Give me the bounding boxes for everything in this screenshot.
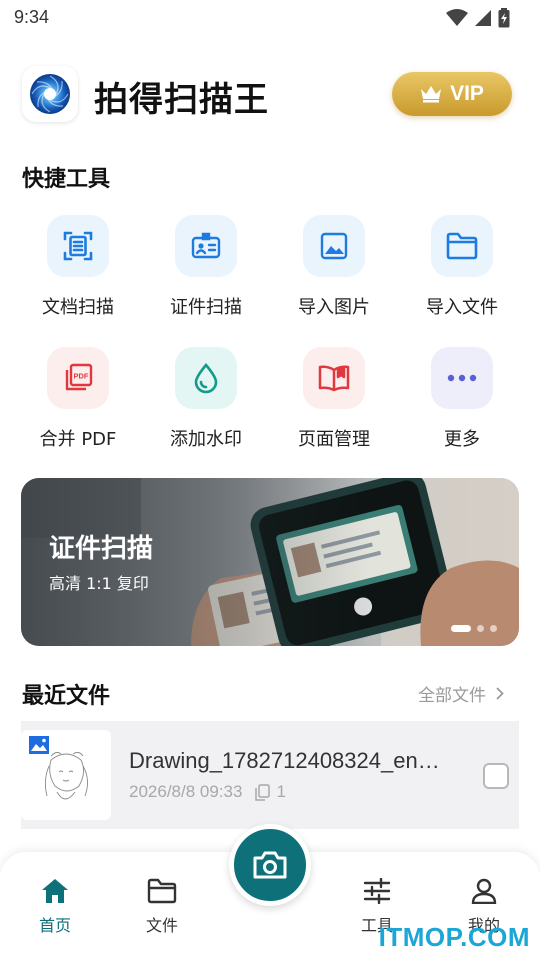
tool-label: 导入文件 xyxy=(426,297,498,318)
app-title: 拍得扫描王 xyxy=(94,80,269,120)
tool-more[interactable]: 更多 xyxy=(398,347,526,457)
file-select-checkbox[interactable] xyxy=(483,763,509,789)
nav-label: 文件 xyxy=(145,916,178,935)
file-thumbnail xyxy=(21,730,111,820)
tool-label: 导入图片 xyxy=(298,297,370,318)
copy-pages-icon xyxy=(255,783,271,801)
nav-label: 首页 xyxy=(38,916,71,935)
banner-title: 证件扫描 xyxy=(49,534,154,564)
folder-icon xyxy=(147,878,177,904)
tool-image-import[interactable]: 导入图片 xyxy=(270,215,398,325)
quick-tools-title: 快捷工具 xyxy=(22,167,111,192)
tool-label: 更多 xyxy=(444,429,480,450)
tool-label: 证件扫描 xyxy=(170,297,242,318)
promo-banner[interactable]: 证件扫描 高清 1:1 复印 xyxy=(21,478,519,646)
tool-document-scan[interactable]: 文档扫描 xyxy=(14,215,142,325)
tool-label: 文档扫描 xyxy=(42,297,114,318)
banner-dot-active xyxy=(451,625,471,632)
camera-icon xyxy=(253,851,287,879)
folder-import-icon xyxy=(431,215,493,277)
wifi-icon xyxy=(446,9,468,26)
chevron-right-icon xyxy=(496,687,504,700)
tool-id-card-scan[interactable]: 证件扫描 xyxy=(142,215,270,325)
pdf-merge-icon: PDF xyxy=(47,347,109,409)
camera-scan-button[interactable] xyxy=(229,824,311,906)
tool-pdf-merge[interactable]: PDF 合并 PDF xyxy=(14,347,142,457)
image-import-icon xyxy=(303,215,365,277)
file-page-count: 1 xyxy=(254,782,286,802)
file-pages: 1 xyxy=(276,782,286,801)
vip-label: VIP xyxy=(450,82,484,105)
id-card-scan-icon xyxy=(175,215,237,277)
all-files-label: 全部文件 xyxy=(418,686,486,706)
file-meta: 2026/8/8 09:33 1 xyxy=(129,782,286,802)
water-drop-icon xyxy=(175,347,237,409)
recent-files-title: 最近文件 xyxy=(22,684,111,709)
banner-subtitle: 高清 1:1 复印 xyxy=(49,574,149,593)
banner-dot xyxy=(477,625,484,632)
tool-folder-import[interactable]: 导入文件 xyxy=(398,215,526,325)
app-logo xyxy=(22,66,78,122)
battery-icon xyxy=(498,8,510,28)
crown-icon xyxy=(421,86,442,103)
user-icon xyxy=(471,878,497,904)
recent-file-row[interactable]: Drawing_1782712408324_en… 2026/8/8 09:33… xyxy=(21,721,519,829)
nav-files[interactable]: 文件 xyxy=(117,878,207,936)
all-files-link[interactable]: 全部文件 xyxy=(418,681,504,706)
tool-label: 合并 PDF xyxy=(39,429,117,450)
sliders-icon xyxy=(363,878,391,904)
nav-home[interactable]: 首页 xyxy=(10,878,100,936)
status-time: 9:34 xyxy=(14,7,50,27)
file-date: 2026/8/8 09:33 xyxy=(129,782,243,801)
svg-text:PDF: PDF xyxy=(74,372,89,381)
vip-button[interactable]: VIP xyxy=(392,72,512,116)
tool-add-watermark[interactable]: 添加水印 xyxy=(142,347,270,457)
status-icons xyxy=(446,8,510,28)
tool-label: 页面管理 xyxy=(298,429,370,450)
home-icon xyxy=(42,879,68,903)
site-watermark: ITMOP.COM xyxy=(378,922,530,952)
file-name: Drawing_1782712408324_en… xyxy=(129,748,440,773)
tool-page-manage[interactable]: 页面管理 xyxy=(270,347,398,457)
more-dots-icon xyxy=(431,347,493,409)
signal-icon xyxy=(475,10,491,26)
open-book-icon xyxy=(303,347,365,409)
status-bar: 9:34 xyxy=(0,0,540,36)
app-logo-icon xyxy=(30,74,70,114)
document-scan-icon xyxy=(47,215,109,277)
tool-label: 添加水印 xyxy=(170,429,242,450)
banner-dot xyxy=(490,625,497,632)
banner-pagination xyxy=(451,625,497,632)
image-type-icon xyxy=(29,736,49,754)
